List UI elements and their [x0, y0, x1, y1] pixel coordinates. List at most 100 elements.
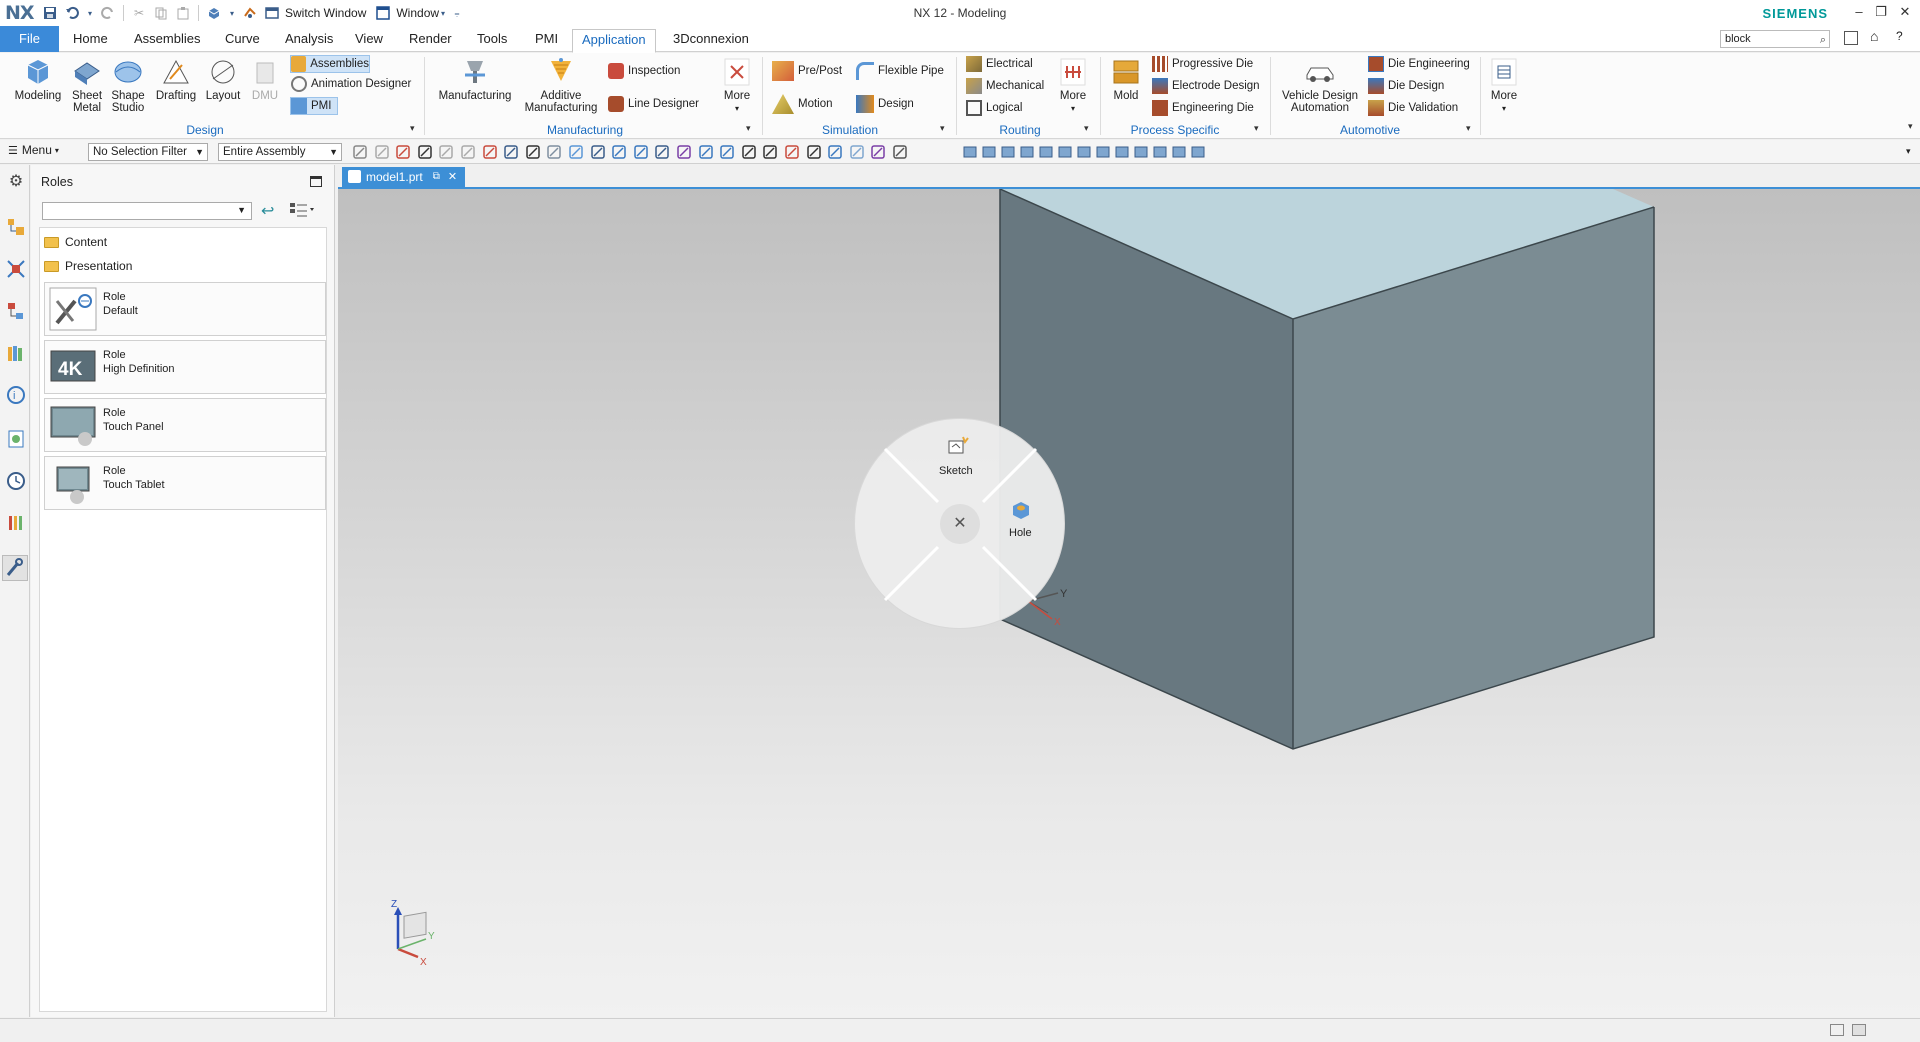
manufacturing-more-button[interactable]: More ▾	[718, 57, 756, 115]
undock-icon[interactable]: ⧉	[433, 167, 440, 187]
drafting-button[interactable]: Drafting	[154, 57, 198, 102]
role-touch-tablet[interactable]: Role Touch Tablet	[44, 456, 326, 510]
electrical-button[interactable]: Electrical	[966, 55, 1033, 73]
automotive-group-menu-icon[interactable]: ▾	[1466, 123, 1471, 134]
select-dropdown-icon[interactable]	[417, 144, 433, 160]
simulation-group-menu-icon[interactable]: ▾	[940, 123, 945, 134]
folder-content[interactable]: Content	[44, 232, 107, 252]
point-snap-icon[interactable]	[590, 144, 606, 160]
tab-view[interactable]: View	[346, 29, 392, 51]
progressive-die-button[interactable]: Progressive Die	[1152, 55, 1253, 73]
render-dropdown-icon[interactable]	[1190, 144, 1206, 160]
body-select-icon[interactable]	[546, 144, 562, 160]
snap-icon[interactable]	[352, 144, 368, 160]
tab-home[interactable]: Home	[64, 29, 117, 51]
move-icon[interactable]	[438, 144, 454, 160]
dropdown-icon[interactable]: ▾	[228, 5, 236, 21]
shape-studio-button[interactable]: Shape Studio	[108, 57, 148, 114]
animation-designer-button[interactable]: Animation Designer	[291, 75, 411, 93]
back-icon[interactable]: ↩	[261, 201, 274, 221]
mechanical-button[interactable]: Mechanical	[966, 77, 1044, 95]
pan-icon[interactable]	[1019, 144, 1035, 160]
view-options-icon[interactable]	[289, 202, 315, 221]
home-icon[interactable]: ⌂	[1870, 28, 1878, 44]
grid-snap-icon[interactable]	[892, 144, 908, 160]
hd3d-tools-icon[interactable]: i	[6, 385, 26, 405]
restore-button[interactable]: ❐	[1870, 2, 1892, 22]
curve-2-snap-icon[interactable]	[698, 144, 714, 160]
point-on-snap-icon[interactable]	[806, 144, 822, 160]
electrode-design-button[interactable]: Electrode Design	[1152, 77, 1260, 95]
undo-dropdown-icon[interactable]: ▾	[86, 5, 94, 21]
manufacturing-button[interactable]: Manufacturing	[434, 57, 516, 102]
customize-quick-access-icon[interactable]: ⩦	[453, 5, 461, 21]
shade-dropdown-icon[interactable]	[1114, 144, 1130, 160]
routing-more-button[interactable]: More ▾	[1054, 57, 1092, 115]
inspection-button[interactable]: Inspection	[608, 62, 680, 80]
tab-curve[interactable]: Curve	[216, 29, 269, 51]
die-validation-button[interactable]: Die Validation	[1368, 99, 1458, 117]
tab-3dconnexion[interactable]: 3Dconnexion	[664, 29, 758, 51]
center-snap-icon[interactable]	[762, 144, 778, 160]
die-design-button[interactable]: Die Design	[1368, 77, 1444, 95]
orient-icon[interactable]	[1038, 144, 1054, 160]
mold-button[interactable]: Mold	[1106, 57, 1146, 102]
menu-button[interactable]: ☰ Menu ▾	[8, 143, 59, 157]
system-materials-icon[interactable]	[6, 513, 26, 533]
vehicle-design-automation-button[interactable]: Vehicle Design Automation	[1276, 57, 1364, 114]
switch-window-icon[interactable]	[264, 5, 280, 21]
additive-manufacturing-button[interactable]: Additive Manufacturing	[520, 57, 602, 114]
model-block[interactable]	[338, 189, 1920, 1017]
toolbar-overflow-icon[interactable]: ▾	[1906, 146, 1911, 157]
repeat-command-icon[interactable]	[206, 5, 222, 21]
maximize-panel-icon[interactable]	[310, 176, 322, 187]
ribbon-collapse-icon[interactable]: ▾	[1908, 121, 1913, 132]
document-tab[interactable]: model1.prt ⧉ ✕	[342, 167, 466, 187]
close-tab-icon[interactable]: ✕	[448, 167, 457, 187]
save-icon[interactable]	[42, 5, 58, 21]
curve-snap-icon[interactable]	[633, 144, 649, 160]
rotate-icon[interactable]	[1000, 144, 1016, 160]
help-icon[interactable]: ?	[1896, 29, 1903, 43]
engineering-die-button[interactable]: Engineering Die	[1152, 99, 1254, 117]
minimize-button[interactable]: –	[1848, 2, 1870, 22]
midpoint-snap-icon[interactable]	[827, 144, 843, 160]
close-window-button[interactable]: ✕	[1894, 2, 1916, 22]
surface-snap-icon[interactable]	[870, 144, 886, 160]
roles-filter-dropdown[interactable]: ▼	[42, 202, 252, 220]
pre-post-button[interactable]: Pre/Post	[772, 61, 842, 81]
history-icon[interactable]	[6, 471, 26, 491]
full-screen-icon[interactable]	[1852, 1024, 1866, 1036]
rect-dropdown-icon[interactable]	[525, 144, 541, 160]
quadrant-snap-icon[interactable]	[784, 144, 800, 160]
window-menu-button[interactable]: Window	[396, 6, 439, 20]
resource-bar-settings-icon[interactable]: ⚙	[6, 171, 26, 191]
lasso-icon[interactable]	[482, 144, 498, 160]
selection-filter-dropdown[interactable]: No Selection Filter ▼	[88, 143, 208, 161]
render-icon[interactable]	[1171, 144, 1187, 160]
layout-button[interactable]: Layout	[202, 57, 244, 102]
select-icon[interactable]	[395, 144, 411, 160]
role-high-definition[interactable]: 4K Role High Definition	[44, 340, 326, 394]
web-browser-icon[interactable]	[6, 429, 26, 449]
selection-scope-dropdown[interactable]: Entire Assembly ▼	[218, 143, 342, 161]
intersect-snap-icon[interactable]	[741, 144, 757, 160]
window-dropdown-icon[interactable]: ▾	[439, 5, 447, 21]
graphics-window[interactable]: Y X Z X Y	[338, 187, 1920, 1017]
tangent-snap-icon[interactable]	[849, 144, 865, 160]
tab-pmi[interactable]: PMI	[526, 29, 567, 51]
modeling-button[interactable]: Modeling	[10, 57, 66, 102]
routing-group-menu-icon[interactable]: ▾	[1084, 123, 1089, 134]
tab-application[interactable]: Application	[572, 29, 656, 53]
rectangle-select-icon[interactable]	[503, 144, 519, 160]
sketch-icon[interactable]	[946, 435, 970, 457]
constraint-navigator-icon[interactable]	[6, 259, 26, 279]
spline-snap-icon[interactable]	[676, 144, 692, 160]
tab-file[interactable]: File	[0, 26, 59, 52]
touch-mode-icon[interactable]	[242, 5, 258, 21]
roles-icon[interactable]	[2, 555, 28, 581]
window-icon[interactable]	[375, 5, 391, 21]
layer-icon[interactable]	[1057, 144, 1073, 160]
tab-tools[interactable]: Tools	[468, 29, 516, 51]
assemblies-toggle[interactable]: Assemblies	[290, 55, 370, 73]
